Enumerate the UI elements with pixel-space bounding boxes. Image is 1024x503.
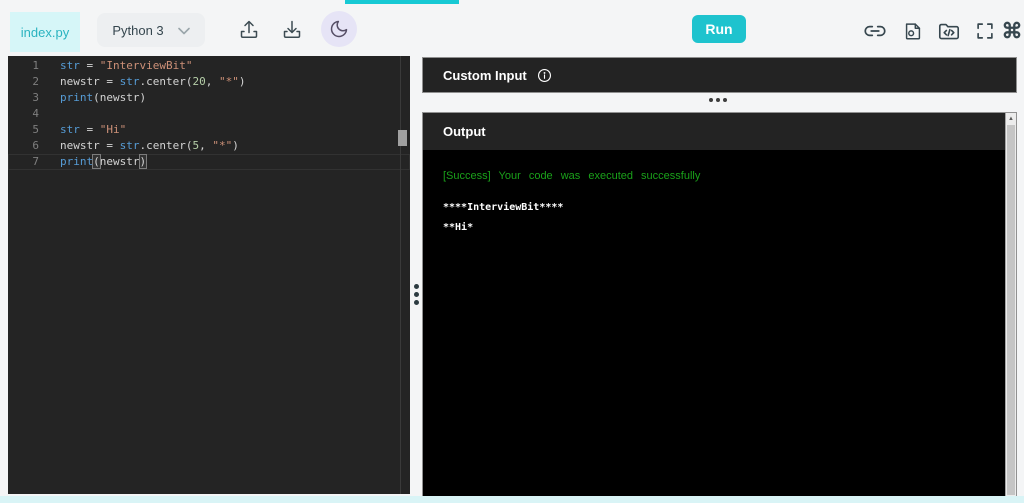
code-line-3: 3print(newstr) [8,90,410,106]
fullscreen-icon [974,20,996,42]
code-line-5: 5str = "Hi" [8,122,410,138]
code-line-1: 1str = "InterviewBit" [8,58,410,74]
dark-mode-toggle[interactable] [321,11,357,47]
download-code-button[interactable] [279,17,305,43]
command-icon: ⌘ [1002,19,1023,44]
code-line-4: 4 [8,106,410,122]
editor-scrollbar-thumb[interactable] [398,130,407,146]
code-line-6: 6newstr = str.center(5, "*") [8,138,410,154]
file-tab-label: index.py [21,25,69,40]
line-number: 6 [8,138,52,154]
link-icon [862,18,888,44]
code-text: print(newstr) [52,154,147,170]
run-button[interactable]: Run [692,15,746,43]
program-output-text: ****InterviewBit******Hi* [443,198,985,238]
io-panel: Custom Input Output [Success] Your code … [422,57,1017,497]
line-number: 7 [8,154,52,170]
folder-code-icon [936,18,962,44]
code-text: str = "Hi" [52,122,126,138]
scrollbar-up-arrow[interactable]: ▲ [1006,113,1016,125]
code-text: newstr = str.center(5, "*") [52,138,239,154]
upload-icon [237,18,261,42]
code-text [52,106,60,122]
language-select[interactable]: Python 3 [97,13,205,47]
code-editor-panel[interactable]: 1str = "InterviewBit"2newstr = str.cente… [8,56,410,494]
upload-code-button[interactable] [236,17,262,43]
code-text: print(newstr) [52,90,146,106]
line-number: 5 [8,122,52,138]
fullscreen-button[interactable] [972,18,998,44]
save-file-icon [902,20,924,42]
panel-resize-handle-horizontal[interactable] [709,96,727,104]
output-line: ****InterviewBit**** [443,198,985,218]
editor-scrollbar[interactable] [400,56,410,494]
line-number: 4 [8,106,52,122]
keyboard-shortcuts-button[interactable]: ⌘ [1000,18,1024,44]
text-cursor [146,155,147,167]
moon-icon [329,19,349,39]
code-text: newstr = str.center(20, "*") [52,74,245,90]
share-link-button[interactable] [862,18,888,44]
panel-resize-handle-vertical[interactable] [413,284,419,308]
download-icon [280,18,304,42]
output-label: Output [443,124,486,139]
output-panel: Output [Success] Your code was executed … [422,112,1017,497]
output-line: **Hi* [443,218,985,238]
output-scrollbar-thumb[interactable] [1007,125,1015,495]
bottom-accent-strip [0,496,1024,503]
code-line-7: 7print(newstr) [8,154,410,170]
line-number: 2 [8,74,52,90]
line-number: 1 [8,58,52,74]
file-tab-index-py[interactable]: index.py [10,12,80,52]
language-select-value: Python 3 [112,23,163,38]
custom-input-header[interactable]: Custom Input [422,57,1017,93]
line-number: 3 [8,90,52,106]
top-toolbar: index.py Python 3 Run [0,0,1024,56]
code-line-2: 2newstr = str.center(20, "*") [8,74,410,90]
code-text: str = "InterviewBit" [52,58,192,74]
code-editor[interactable]: 1str = "InterviewBit"2newstr = str.cente… [8,56,410,170]
output-scrollbar[interactable]: ▲ [1005,113,1016,496]
output-main: Output [Success] Your code was executed … [423,113,1005,496]
execution-status-message: [Success] Your code was executed success… [443,170,985,182]
custom-input-label: Custom Input [443,68,527,83]
save-button[interactable] [900,18,926,44]
chevron-down-icon [178,27,190,35]
output-console: [Success] Your code was executed success… [423,150,1005,496]
info-icon[interactable] [537,68,552,83]
output-header: Output [423,113,1005,150]
embed-code-button[interactable] [936,18,962,44]
